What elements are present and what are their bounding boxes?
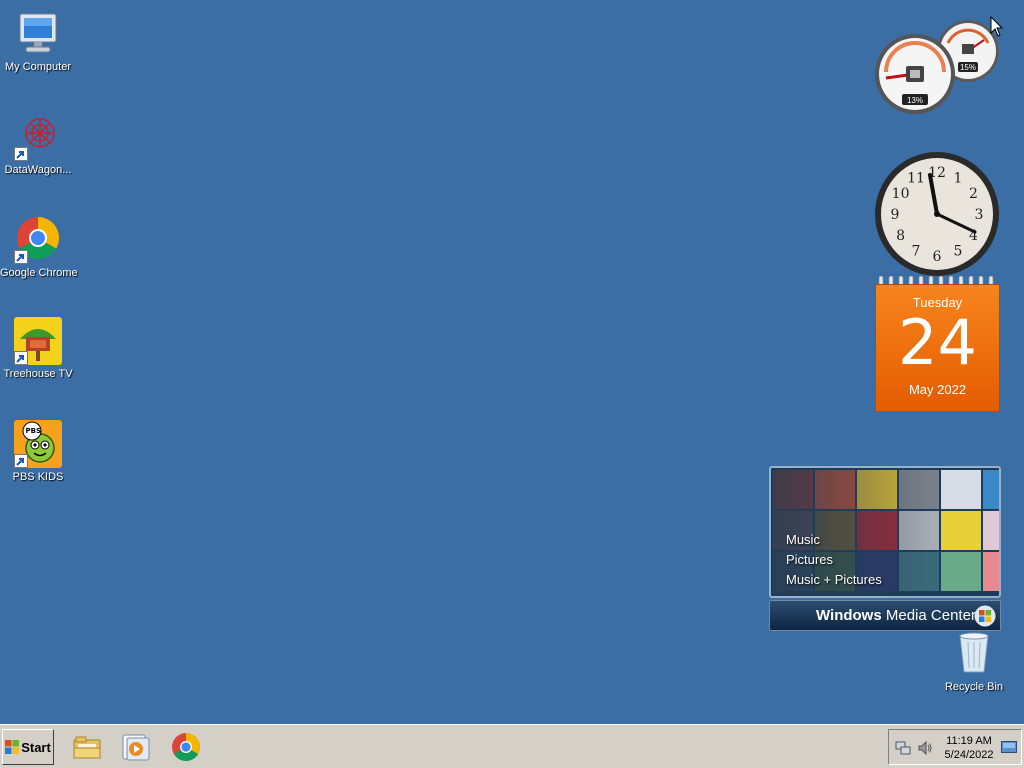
desktop-icon-label: PBS KIDS — [12, 471, 64, 483]
cpu-value: 13% — [907, 96, 923, 105]
taskbar-file-explorer-button[interactable] — [72, 732, 102, 762]
shortcut-arrow-icon — [14, 454, 28, 468]
desktop-icon-my-computer[interactable]: My Computer — [0, 10, 76, 73]
desktop-icon-label: DataWagon... — [4, 164, 72, 176]
media-thumbnail[interactable] — [983, 552, 999, 591]
desktop-icon-recycle-bin[interactable]: Recycle Bin — [938, 630, 1010, 693]
network-icon[interactable] — [895, 740, 911, 756]
media-thumbnail[interactable] — [983, 470, 999, 509]
show-desktop-icon[interactable] — [1001, 741, 1017, 755]
tray-clock-time[interactable]: 11:19 AM — [937, 735, 1001, 747]
clock-numeral: 9 — [891, 207, 900, 223]
desktop-icon-label: My Computer — [4, 61, 72, 73]
cpu-gauge: 13% — [875, 34, 955, 114]
file-explorer-icon — [73, 736, 101, 759]
shortcut-arrow-icon — [14, 147, 28, 161]
recycle-bin-icon — [950, 630, 998, 678]
calendar-gadget[interactable]: Tuesday 24 May 2022 — [875, 276, 1000, 412]
clock-numeral: 2 — [969, 186, 978, 202]
taskbar-media-player-button[interactable] — [121, 732, 151, 762]
clock-numeral: 11 — [907, 171, 925, 187]
taskbar-chrome-button[interactable] — [171, 732, 201, 762]
brand-bold: Windows — [816, 607, 882, 624]
mouse-pointer-icon — [990, 16, 1004, 37]
media-thumbnail[interactable] — [983, 511, 999, 550]
media-player-icon — [122, 734, 150, 761]
windows-logo-icon — [974, 605, 996, 627]
media-center-gadget[interactable]: Music Pictures Music + Pictures Windows … — [769, 466, 1001, 632]
volume-icon[interactable] — [917, 740, 933, 756]
calendar-day-number: 24 — [898, 306, 977, 379]
clock-numeral: 8 — [896, 228, 905, 244]
clock-numeral: 7 — [912, 243, 921, 259]
media-center-launch-bar[interactable]: Windows Media Center — [769, 600, 1001, 631]
desktop-icon-label: Recycle Bin — [944, 681, 1004, 693]
cpu-meter-gadget[interactable]: 15% 13% — [872, 18, 1002, 118]
desktop-icon-pbs-kids[interactable]: PBS PBS KIDS — [0, 420, 76, 483]
start-label: Start — [21, 739, 51, 755]
menu-item-music[interactable]: Music — [786, 530, 882, 550]
media-center-panel: Music Pictures Music + Pictures — [769, 466, 1001, 598]
media-thumbnail[interactable] — [941, 511, 981, 550]
datawagon-icon — [14, 113, 62, 161]
media-thumbnail[interactable] — [941, 552, 981, 591]
desktop-icon-google-chrome[interactable]: Google Chrome — [0, 216, 78, 279]
clock-gadget[interactable]: 12 1 2 3 4 5 6 7 8 9 10 11 — [874, 152, 1002, 280]
computer-icon — [14, 10, 62, 58]
menu-item-music-pictures[interactable]: Music + Pictures — [786, 570, 882, 590]
chrome-icon — [172, 733, 200, 761]
media-thumbnail[interactable] — [941, 470, 981, 509]
tray-clock-date[interactable]: 5/24/2022 — [937, 749, 1001, 761]
treehouse-tv-icon — [14, 317, 62, 365]
start-button[interactable]: Start — [2, 729, 54, 765]
clock-numeral: 6 — [933, 249, 942, 265]
clock-numeral: 1 — [954, 171, 963, 187]
clock-numeral: 3 — [975, 207, 984, 223]
desktop-icon-datawagon[interactable]: DataWagon... — [0, 113, 76, 176]
clock-numeral: 10 — [892, 186, 910, 202]
shortcut-arrow-icon — [14, 351, 28, 365]
desktop-icon-treehouse-tv[interactable]: Treehouse TV — [0, 317, 76, 380]
desktop-icon-label: Google Chrome — [0, 267, 78, 279]
clock-numeral: 5 — [954, 243, 963, 259]
calendar-month-year: May 2022 — [908, 382, 967, 397]
brand-rest: Media Center — [881, 607, 976, 624]
pbs-kids-icon: PBS — [14, 420, 62, 468]
svg-text:PBS: PBS — [26, 427, 42, 435]
system-tray: 11:19 AM 5/24/2022 — [888, 729, 1022, 765]
chrome-icon — [14, 216, 62, 264]
media-center-menu: Music Pictures Music + Pictures — [786, 530, 882, 590]
windows-flag-icon — [5, 740, 20, 754]
memory-value: 15% — [960, 63, 976, 72]
desktop-icon-label: Treehouse TV — [3, 368, 73, 380]
calendar-page: Tuesday 24 May 2022 — [875, 284, 1000, 412]
taskbar: Start 11:19 AM 5/24/2022 — [0, 724, 1024, 768]
shortcut-arrow-icon — [14, 250, 28, 264]
menu-item-pictures[interactable]: Pictures — [786, 550, 882, 570]
